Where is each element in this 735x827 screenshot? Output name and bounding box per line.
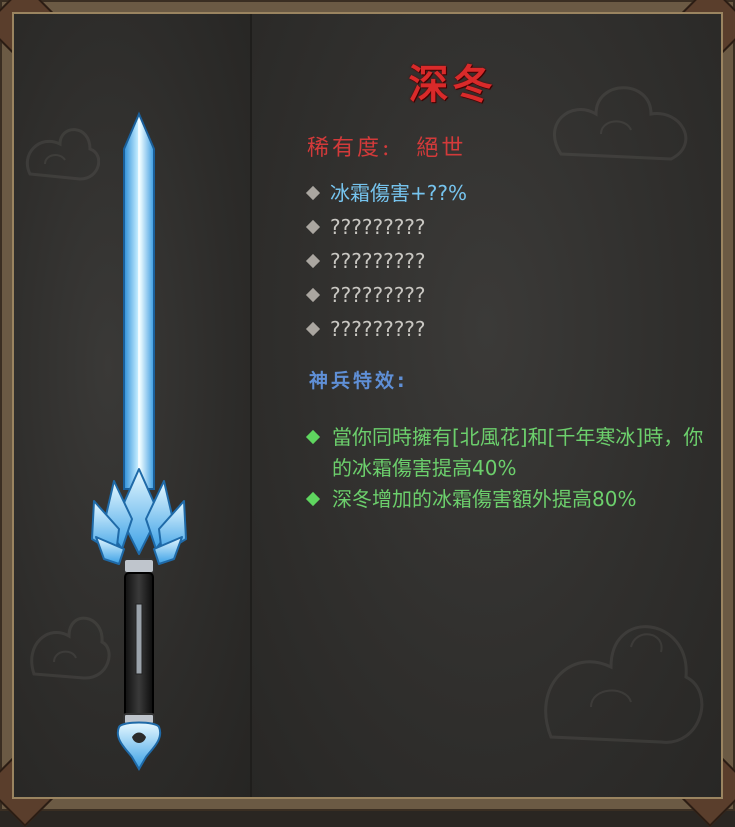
item-stats-list: 冰霜傷害+??% ????????? ????????? ????????? ?… bbox=[304, 176, 467, 346]
rarity-value: 絕世 bbox=[416, 136, 467, 161]
item-image-panel bbox=[14, 14, 252, 797]
stat-text: ????????? bbox=[330, 249, 426, 273]
diamond-bullet-icon bbox=[305, 185, 321, 201]
green-diamond-bullet-icon bbox=[305, 491, 321, 507]
item-tooltip-frame: 深冬 稀有度: 絕世 冰霜傷害+??% ????????? ????????? ?… bbox=[0, 0, 735, 827]
rarity-line: 稀有度: 絕世 bbox=[307, 130, 466, 162]
ice-sword-icon bbox=[91, 111, 187, 771]
stat-line: ????????? bbox=[304, 312, 467, 346]
stat-line: ????????? bbox=[304, 244, 467, 278]
diamond-bullet-icon bbox=[305, 253, 321, 269]
cloud-pattern-icon bbox=[544, 625, 704, 744]
stat-text: ????????? bbox=[330, 215, 426, 239]
diamond-bullet-icon bbox=[305, 219, 321, 235]
special-effects-list: 當你同時擁有[北風花]和[千年寒冰]時，你的冰霜傷害提高40% 深冬增加的冰霜傷… bbox=[304, 422, 714, 515]
rarity-label: 稀有度: bbox=[307, 136, 393, 161]
special-effect-text: 當你同時擁有[北風花]和[千年寒冰]時，你的冰霜傷害提高40% bbox=[332, 425, 704, 480]
diamond-bullet-icon bbox=[305, 287, 321, 303]
stat-text: ????????? bbox=[330, 317, 426, 341]
special-effect-item: 當你同時擁有[北風花]和[千年寒冰]時，你的冰霜傷害提高40% bbox=[304, 422, 714, 484]
stat-line: 冰霜傷害+??% bbox=[304, 176, 467, 210]
special-effect-heading: 神兵特效: bbox=[309, 370, 408, 392]
item-name-title: 深冬 bbox=[408, 61, 497, 108]
special-effect-item: 深冬增加的冰霜傷害額外提高80% bbox=[304, 484, 714, 515]
diamond-bullet-icon bbox=[305, 321, 321, 337]
stat-line: ????????? bbox=[304, 278, 467, 312]
green-diamond-bullet-icon bbox=[305, 429, 321, 445]
stat-line: ????????? bbox=[304, 210, 467, 244]
stat-text: 冰霜傷害+??% bbox=[330, 181, 467, 205]
stat-text: ????????? bbox=[330, 283, 426, 307]
special-effect-text: 深冬增加的冰霜傷害額外提高80% bbox=[332, 487, 637, 511]
